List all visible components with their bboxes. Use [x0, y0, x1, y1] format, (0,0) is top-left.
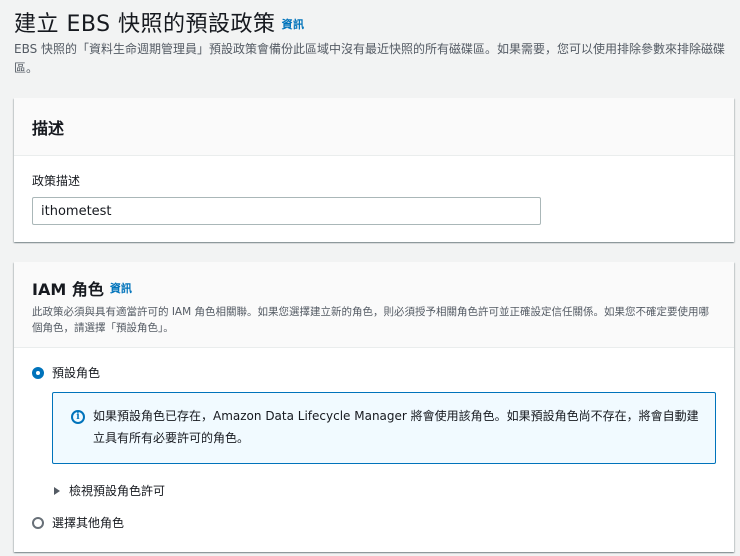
description-card-title: 描述 [32, 119, 65, 138]
page-info-link[interactable]: 資訊 [282, 18, 305, 31]
other-role-option[interactable]: 選擇其他角色 [32, 514, 124, 531]
description-card-body: 政策描述 [14, 156, 734, 225]
default-role-radio[interactable] [32, 366, 44, 379]
view-default-role-permissions-expander[interactable]: 檢視預設角色許可 [54, 482, 165, 499]
iam-role-card-header: IAM 角色 資訊 此政策必須與具有適當許可的 IAM 角色相關聯。如果您選擇建立… [14, 262, 734, 348]
page-description: EBS 快照的「資料生命週期管理員」預設政策會備份此區域中沒有最近快照的所有磁碟… [14, 42, 726, 75]
description-card-header: 描述 [14, 98, 734, 156]
iam-role-title-text: IAM 角色 [32, 280, 104, 299]
view-default-role-permissions-label: 檢視預設角色許可 [69, 484, 166, 498]
other-role-label: 選擇其他角色 [52, 516, 125, 530]
policy-description-label: 政策描述 [32, 174, 81, 188]
page-title: 建立 EBS 快照的預設政策 資訊 [14, 6, 305, 38]
other-role-radio[interactable] [32, 516, 44, 529]
default-role-label: 預設角色 [52, 366, 101, 380]
default-role-info-alert: i 如果預設角色已存在，Amazon Data Lifecycle Manage… [52, 392, 716, 464]
default-role-option[interactable]: 預設角色 [32, 364, 100, 381]
iam-role-subtitle: 此政策必須與具有適當許可的 IAM 角色相關聯。如果您選擇建立新的角色，則必須授… [32, 306, 710, 334]
iam-role-card-title: IAM 角色 資訊 [32, 276, 716, 300]
iam-info-link[interactable]: 資訊 [110, 282, 132, 295]
info-icon: i [71, 410, 85, 424]
default-role-alert-text: 如果預設角色已存在，Amazon Data Lifecycle Manager … [93, 409, 699, 445]
caret-right-icon [54, 486, 60, 495]
policy-description-input[interactable] [32, 197, 541, 225]
description-card: 描述 政策描述 [14, 98, 734, 242]
page-title-text: 建立 EBS 快照的預設政策 [14, 12, 276, 37]
iam-role-card: IAM 角色 資訊 此政策必須與具有適當許可的 IAM 角色相關聯。如果您選擇建立… [14, 262, 734, 552]
